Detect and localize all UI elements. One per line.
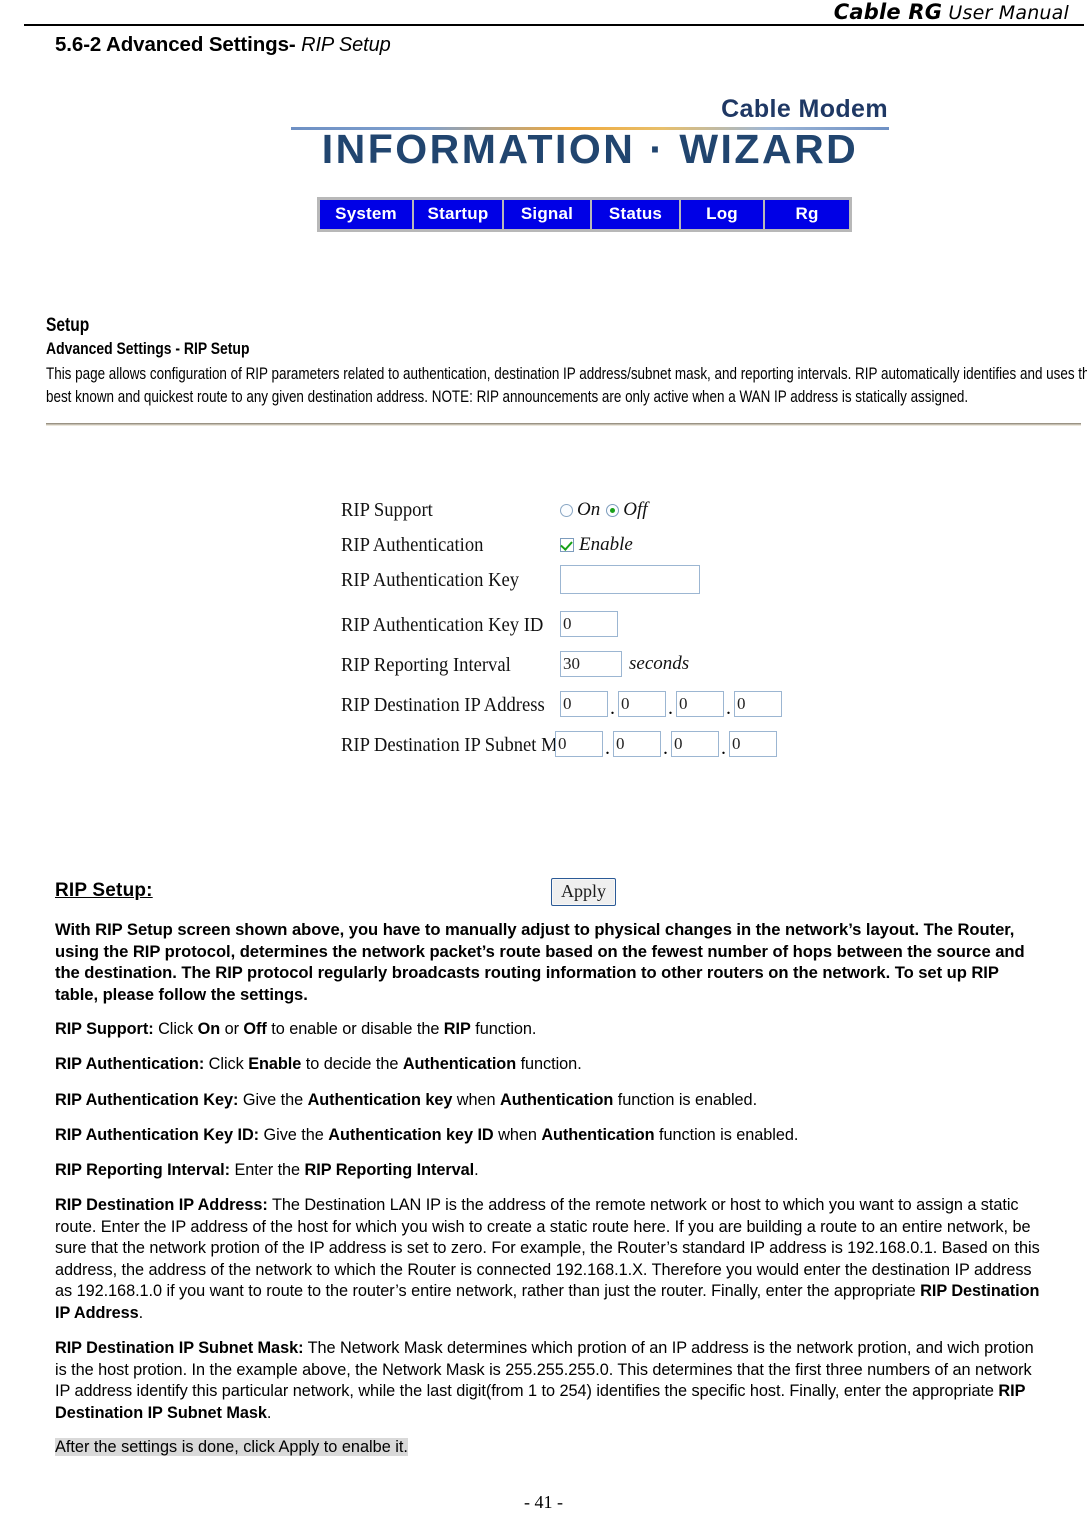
field-row-rip-reporting-interval: RIP Reporting Interval — [341, 650, 556, 680]
ip-separator-dot: . — [721, 737, 726, 759]
definition-term: RIP Reporting Interval: — [55, 1160, 230, 1179]
rip-auth-key-id-control — [560, 609, 618, 639]
rip-destination-ip-octets: . . . — [560, 689, 782, 719]
final-note-text: After the settings is done, click Apply … — [55, 1438, 408, 1457]
final-note: After the settings is done, click Apply … — [55, 1437, 1045, 1458]
rip-authentication-controls: Enable — [560, 530, 633, 560]
label-rip-authentication: RIP Authentication — [341, 533, 484, 556]
setup-heading: Setup — [46, 315, 90, 336]
label-rip-authentication-key: RIP Authentication Key — [341, 568, 520, 591]
input-destination-ip-octet-4[interactable] — [734, 691, 782, 717]
ip-separator-dot: . — [663, 737, 668, 759]
rip-destination-subnet-octets: . . . — [555, 729, 777, 759]
manual-body: RIP Setup: With RIP Setup screen shown a… — [55, 880, 1045, 1458]
definition-rip-reporting-interval: RIP Reporting Interval: Enter the RIP Re… — [55, 1160, 1045, 1181]
rip-reporting-interval-control: seconds — [560, 649, 689, 679]
page-title-subtitle: RIP Setup — [295, 34, 391, 56]
input-destination-subnet-octet-3[interactable] — [671, 731, 719, 757]
label-rip-reporting-interval: RIP Reporting Interval — [341, 653, 511, 676]
manual-title-suffix: User Manual — [942, 2, 1069, 24]
page-title-number: 5.6-2 Advanced Settings- — [55, 33, 296, 56]
ip-separator-dot: . — [726, 697, 731, 719]
nav-tab-log[interactable]: Log — [681, 200, 763, 229]
definition-term: RIP Support: — [55, 1020, 154, 1039]
input-rip-reporting-interval[interactable] — [560, 651, 622, 677]
label-radio-on: On — [577, 499, 601, 520]
nav-tab-status[interactable]: Status — [592, 200, 679, 229]
field-row-rip-auth-key-id: RIP Authentication Key ID — [341, 610, 556, 640]
setup-divider — [46, 423, 1081, 426]
field-row-rip-destination-subnet: RIP Destination IP Subnet Mask — [341, 730, 583, 760]
definition-term: RIP Authentication Key ID: — [55, 1125, 260, 1144]
definition-text: Enter the RIP Reporting Interval. — [229, 1160, 479, 1179]
radio-rip-support-off[interactable] — [606, 503, 620, 517]
definition-rip-destination-ip-address: RIP Destination IP Address: The Destinat… — [55, 1195, 1045, 1324]
brand-logo: Cable Modem INFORMATION · WIZARD — [290, 95, 890, 172]
definition-term: RIP Destination IP Address: — [55, 1196, 268, 1215]
definition-term: RIP Destination IP Subnet Mask: — [55, 1339, 304, 1358]
device-web-ui-screenshot: Cable Modem INFORMATION · WIZARD System … — [0, 90, 1087, 906]
definition-text: Click On or Off to enable or disable the… — [153, 1020, 537, 1039]
definition-rip-support: RIP Support: Click On or Off to enable o… — [55, 1019, 1045, 1040]
definition-text: Give the Authentication key ID when Auth… — [259, 1125, 799, 1144]
manual-title: Cable RG User Manual — [834, 0, 1069, 24]
setup-panel-header: Setup Advanced Settings - RIP Setup This… — [46, 315, 1087, 408]
setup-breadcrumb: Advanced Settings - RIP Setup — [46, 338, 250, 358]
header-divider — [24, 24, 1084, 26]
nav-tab-signal[interactable]: Signal — [504, 200, 590, 229]
field-row-rip-auth-key: RIP Authentication Key — [341, 565, 556, 595]
definition-term: RIP Authentication: — [55, 1055, 205, 1074]
input-rip-authentication-key-id[interactable] — [560, 611, 618, 637]
field-row-rip-authentication: RIP Authentication — [341, 530, 556, 560]
field-row-rip-support: RIP Support — [341, 495, 556, 525]
input-destination-subnet-octet-4[interactable] — [729, 731, 777, 757]
setup-description: This page allows configuration of RIP pa… — [46, 365, 1087, 406]
label-checkbox-enable: Enable — [579, 534, 633, 555]
rip-support-controls: On Off — [560, 495, 648, 525]
nav-tab-startup[interactable]: Startup — [414, 200, 502, 229]
definition-rip-authentication: RIP Authentication: Click Enable to deci… — [55, 1054, 1045, 1075]
ip-separator-dot: . — [668, 697, 673, 719]
document-running-header: Cable RG User Manual — [0, 0, 1087, 28]
input-destination-ip-octet-2[interactable] — [618, 691, 666, 717]
definition-term: RIP Authentication Key: — [55, 1090, 239, 1109]
input-rip-authentication-key[interactable] — [560, 564, 700, 594]
intro-paragraph: With RIP Setup screen shown above, you h… — [55, 920, 1025, 1004]
definition-text: Click Enable to decide the Authenticatio… — [204, 1055, 582, 1074]
brand-subtitle: Cable Modem — [721, 95, 888, 123]
manual-title-product: Cable RG — [833, 0, 943, 24]
rip-auth-key-control — [560, 564, 700, 594]
definition-rip-authentication-key: RIP Authentication Key: Give the Authent… — [55, 1090, 1045, 1111]
ip-separator-dot: . — [610, 697, 615, 719]
definition-rip-destination-ip-subnet-mask: RIP Destination IP Subnet Mask: The Netw… — [55, 1338, 1045, 1424]
definition-text: The Destination LAN IP is the address of… — [55, 1196, 1040, 1322]
label-rip-support: RIP Support — [341, 498, 433, 521]
input-destination-subnet-octet-2[interactable] — [613, 731, 661, 757]
nav-tab-system[interactable]: System — [320, 200, 412, 229]
input-destination-ip-octet-1[interactable] — [560, 691, 608, 717]
label-radio-off: Off — [623, 499, 648, 520]
input-destination-subnet-octet-1[interactable] — [555, 731, 603, 757]
page-title: 5.6-2 Advanced Settings- RIP Setup — [55, 33, 391, 57]
input-destination-ip-octet-3[interactable] — [676, 691, 724, 717]
definition-text: Give the Authentication key when Authent… — [238, 1090, 758, 1109]
field-row-rip-destination-ip: RIP Destination IP Address — [341, 690, 556, 720]
brand-title: INFORMATION · WIZARD — [321, 126, 859, 172]
definition-rip-authentication-key-id: RIP Authentication Key ID: Give the Auth… — [55, 1125, 1045, 1146]
ip-separator-dot: . — [605, 737, 610, 759]
section-heading-rip-setup: RIP Setup: — [55, 880, 153, 901]
checkbox-rip-authentication-enable[interactable] — [560, 538, 574, 552]
label-seconds-unit: seconds — [629, 653, 690, 674]
main-navigation-bar: System Startup Signal Status Log Rg — [317, 197, 852, 232]
nav-tab-rg[interactable]: Rg — [765, 200, 849, 229]
radio-rip-support-on[interactable] — [560, 503, 573, 517]
page-footer: - 41 - — [524, 1492, 563, 1512]
label-rip-authentication-key-id: RIP Authentication Key ID — [341, 613, 544, 636]
label-rip-destination-subnet-mask: RIP Destination IP Subnet Mask — [341, 733, 583, 756]
label-rip-destination-ip: RIP Destination IP Address — [341, 693, 545, 716]
